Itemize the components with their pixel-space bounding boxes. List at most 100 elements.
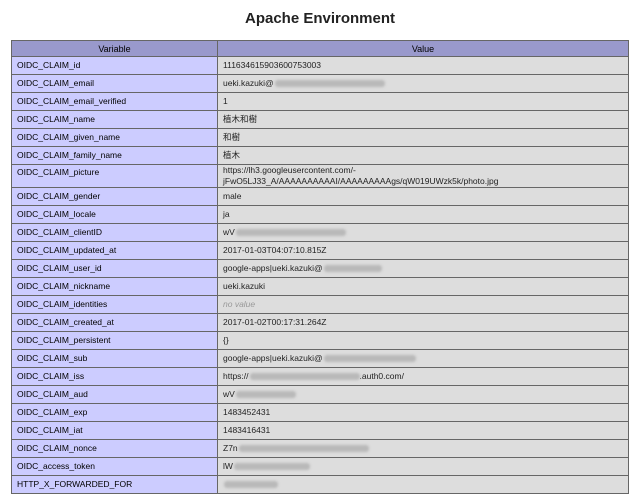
value-text: 2017-01-02T00:17:31.264Z [223,317,327,327]
variable-value-cell: 2017-01-02T00:17:31.264Z [218,314,629,332]
table-row: OIDC_CLAIM_nickname ueki.kazuki [12,278,629,296]
value-text: Z7n [223,443,238,453]
value-text: https:// [223,371,249,381]
table-row: OIDC_CLAIM_persistent {} [12,332,629,350]
variable-value-cell: https://lh3.googleusercontent.com/-jFwO5… [218,165,629,188]
table-row: OIDC_CLAIM_nonce Z7n [12,440,629,458]
redacted-value-blur [236,391,296,398]
variable-value-cell [218,476,629,494]
variable-name-cell: OIDC_CLAIM_family_name [12,147,218,165]
variable-value-cell: google-apps|ueki.kazuki@ [218,260,629,278]
variable-value-cell: 和樹 [218,129,629,147]
variable-name-cell: OIDC_CLAIM_aud [12,386,218,404]
value-text: google-apps|ueki.kazuki@ [223,353,323,363]
value-text: 1483452431 [223,407,270,417]
variable-value-cell: wV [218,224,629,242]
table-header-row: Variable Value [12,41,629,57]
table-row: OIDC_CLAIM_name植木和樹 [12,111,629,129]
redacted-value-blur [234,463,310,470]
variable-value-cell: {} [218,332,629,350]
variable-name-cell: OIDC_access_token [12,458,218,476]
variable-value-cell: google-apps|ueki.kazuki@ [218,350,629,368]
table-row: OIDC_CLAIM_locale ja [12,206,629,224]
no-value-text: no value [223,299,255,309]
value-text: 1 [223,96,228,106]
value-column-header: Value [218,41,629,57]
variable-value-cell: 1483416431 [218,422,629,440]
table-row: OIDC_CLAIM_updated_at 2017-01-03T04:07:10… [12,242,629,260]
table-row: OIDC_CLAIM_user_id google-apps|ueki.kazuk… [12,260,629,278]
variable-name-cell: OIDC_CLAIM_persistent [12,332,218,350]
table-row: OIDC_CLAIM_identitiesno value [12,296,629,314]
variable-name-cell: HTTP_X_FORWARDED_FOR [12,476,218,494]
table-row: OIDC_CLAIM_email_verified 1 [12,93,629,111]
variable-value-cell: lW [218,458,629,476]
variable-value-cell: 1483452431 [218,404,629,422]
variable-value-cell: ja [218,206,629,224]
value-text: 和樹 [223,132,240,142]
value-text: 2017-01-03T04:07:10.815Z [223,245,327,255]
variable-name-cell: OIDC_CLAIM_picture [12,165,218,188]
table-body: OIDC_CLAIM_id 111634615903600753003 OIDC_C… [12,57,629,494]
variable-name-cell: OIDC_CLAIM_exp [12,404,218,422]
variable-value-cell: wV [218,386,629,404]
value-suffix-text: .auth0.com/ [360,371,404,381]
table-row: OIDC_CLAIM_clientIDwV [12,224,629,242]
table-row: OIDC_CLAIM_isshttps://.auth0.com/ [12,368,629,386]
table-row: OIDC_CLAIM_picturehttps://lh3.googleuser… [12,165,629,188]
variable-name-cell: OIDC_CLAIM_locale [12,206,218,224]
page-title: Apache Environment [0,10,640,27]
variable-name-cell: OIDC_CLAIM_given_name [12,129,218,147]
value-text: 植木 [223,150,240,160]
value-text: wV [223,389,235,399]
variable-value-cell: 植木和樹 [218,111,629,129]
variable-column-header: Variable [12,41,218,57]
value-text: ueki.kazuki@ [223,78,274,88]
value-text: ja [223,209,230,219]
variable-value-cell: male [218,188,629,206]
redacted-value-blur [275,80,385,87]
variable-name-cell: OIDC_CLAIM_created_at [12,314,218,332]
variable-value-cell: 111634615903600753003 [218,57,629,75]
variable-name-cell: OIDC_CLAIM_clientID [12,224,218,242]
apache-environment-table: Variable Value OIDC_CLAIM_id 111634615903… [11,40,629,494]
value-text: google-apps|ueki.kazuki@ [223,263,323,273]
variable-value-cell: 植木 [218,147,629,165]
variable-name-cell: OIDC_CLAIM_iat [12,422,218,440]
redacted-value-blur [324,265,382,272]
value-text: lW [223,461,233,471]
variable-name-cell: OIDC_CLAIM_updated_at [12,242,218,260]
redacted-value-blur [250,373,360,380]
variable-value-cell: ueki.kazuki [218,278,629,296]
variable-value-cell: no value [218,296,629,314]
redacted-value-blur [239,445,369,452]
variable-value-cell: 1 [218,93,629,111]
table-row: OIDC_CLAIM_given_name 和樹 [12,129,629,147]
variable-name-cell: OIDC_CLAIM_user_id [12,260,218,278]
value-text: 1483416431 [223,425,270,435]
value-text: https://lh3.googleusercontent.com/-jFwO5… [223,165,498,186]
redacted-value-blur [236,229,346,236]
redacted-value-blur [224,481,278,488]
variable-name-cell: OIDC_CLAIM_nickname [12,278,218,296]
variable-name-cell: OIDC_CLAIM_id [12,57,218,75]
variable-name-cell: OIDC_CLAIM_nonce [12,440,218,458]
variable-name-cell: OIDC_CLAIM_name [12,111,218,129]
value-text: {} [223,335,229,345]
table-row: OIDC_CLAIM_gendermale [12,188,629,206]
variable-value-cell: ueki.kazuki@ [218,75,629,93]
table-row: OIDC_CLAIM_family_name 植木 [12,147,629,165]
table-row: OIDC_CLAIM_exp 1483452431 [12,404,629,422]
value-text: 111634615903600753003 [223,60,321,70]
table-row: OIDC_CLAIM_sub google-apps|ueki.kazuki@ [12,350,629,368]
variable-name-cell: OIDC_CLAIM_email [12,75,218,93]
table-row: OIDC_CLAIM_iat 1483416431 [12,422,629,440]
variable-value-cell: 2017-01-03T04:07:10.815Z [218,242,629,260]
value-text: male [223,191,241,201]
variable-name-cell: OIDC_CLAIM_email_verified [12,93,218,111]
value-text: ueki.kazuki [223,281,265,291]
variable-value-cell: Z7n [218,440,629,458]
variable-name-cell: OIDC_CLAIM_sub [12,350,218,368]
table-row: OIDC_access_token lW [12,458,629,476]
table-row: OIDC_CLAIM_email ueki.kazuki@ [12,75,629,93]
